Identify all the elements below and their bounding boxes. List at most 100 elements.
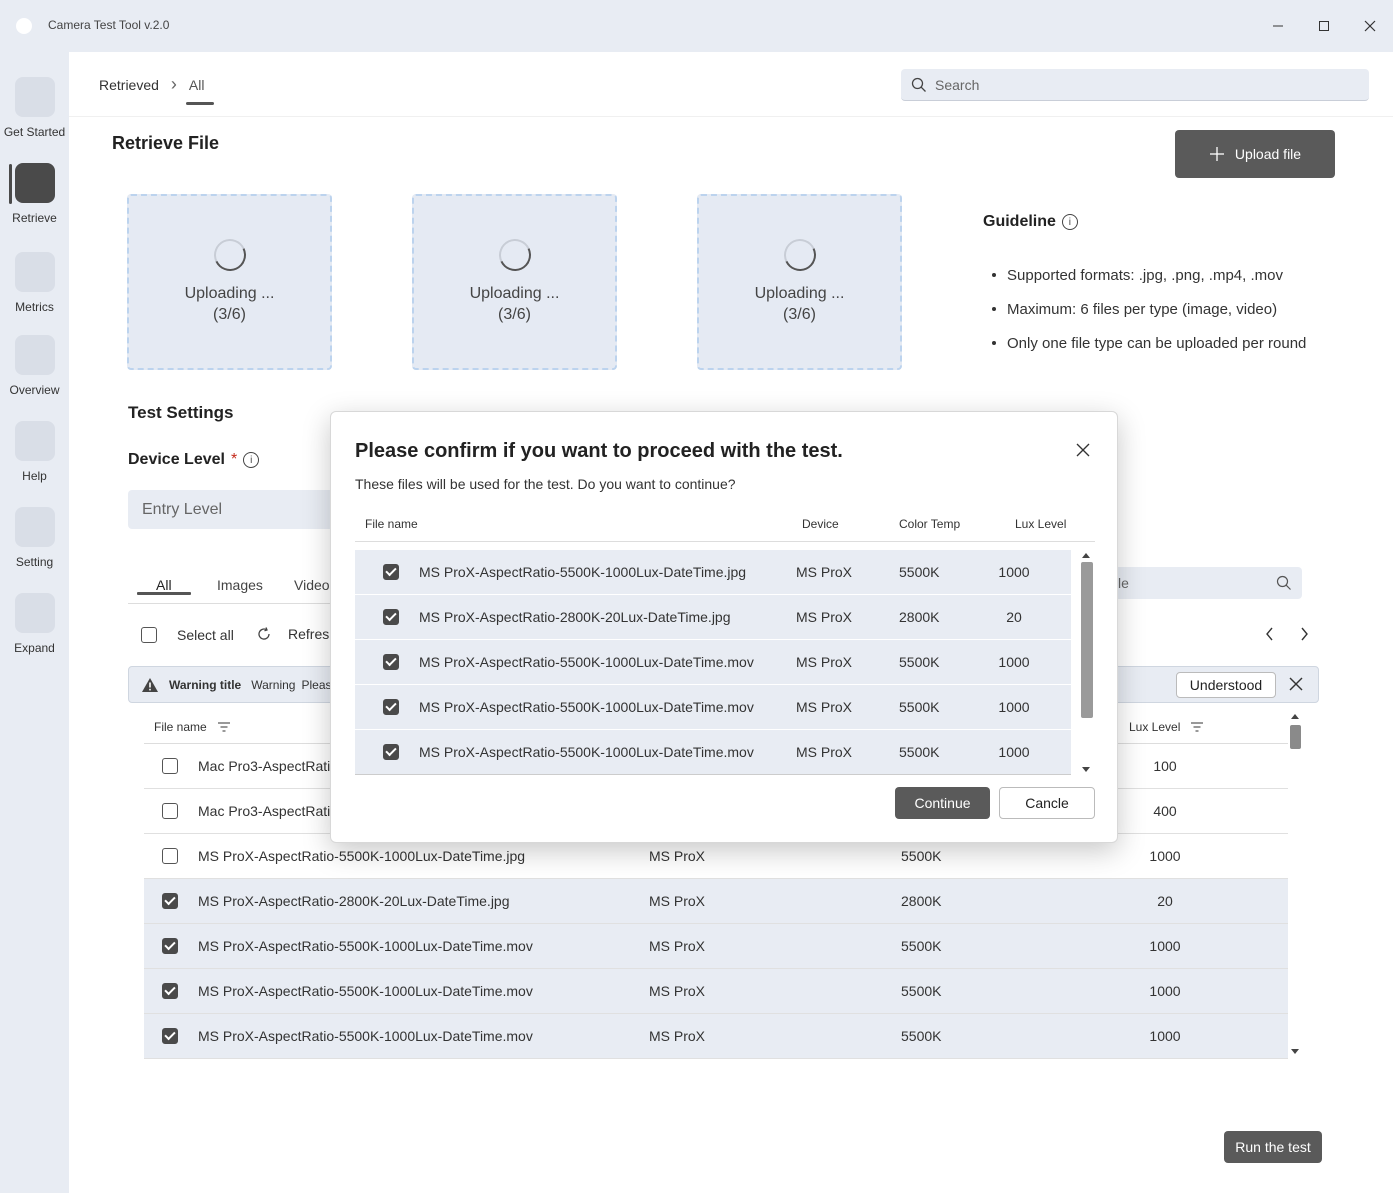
- row-checkbox[interactable]: [383, 744, 399, 760]
- filter-icon[interactable]: [217, 721, 231, 733]
- upload-status: Uploading ...: [184, 285, 275, 302]
- device-level-text: Device Level: [128, 451, 225, 468]
- cell-color-temp: 5500K: [899, 564, 940, 580]
- cell-lux: 1000: [1149, 938, 1181, 954]
- upload-file-button[interactable]: Upload file: [1175, 130, 1335, 178]
- filter-icon[interactable]: [1190, 721, 1204, 733]
- cell-file-name: Mac Pro3-AspectRatio: [198, 803, 339, 819]
- overview-icon: [14, 335, 55, 375]
- nav-setting[interactable]: Setting: [0, 507, 69, 569]
- get-started-icon: [14, 77, 55, 117]
- scroll-thumb[interactable]: [1081, 562, 1093, 718]
- row-checkbox[interactable]: [162, 1028, 178, 1044]
- dialog-row[interactable]: MS ProX-AspectRatio-5500K-1000Lux-DateTi…: [355, 730, 1071, 774]
- nav-metrics[interactable]: Metrics: [0, 252, 69, 314]
- filter-input[interactable]: le: [1100, 567, 1302, 599]
- upload-progress: (3/6): [213, 306, 246, 323]
- row-checkbox[interactable]: [383, 654, 399, 670]
- close-icon[interactable]: [1289, 677, 1303, 691]
- cell-file-name: MS ProX-AspectRatio-5500K-1000Lux-DateTi…: [419, 744, 754, 760]
- tab-all[interactable]: All: [156, 577, 172, 593]
- breadcrumb-parent[interactable]: Retrieved: [99, 77, 159, 93]
- row-checkbox[interactable]: [162, 983, 178, 999]
- scroll-down-icon[interactable]: [1291, 1049, 1299, 1054]
- upload-status: Uploading ...: [469, 285, 560, 302]
- row-checkbox[interactable]: [162, 938, 178, 954]
- refresh-button[interactable]: Refresh: [256, 626, 337, 642]
- chevron-right-icon[interactable]: [1296, 626, 1312, 642]
- cell-file-name: MS ProX-AspectRatio-5500K-1000Lux-DateTi…: [198, 848, 526, 864]
- dialog-row[interactable]: MS ProX-AspectRatio-5500K-1000Lux-DateTi…: [355, 640, 1071, 685]
- close-icon[interactable]: [1075, 442, 1091, 458]
- maximize-button[interactable]: [1312, 14, 1336, 38]
- table-row[interactable]: MS ProX-AspectRatio-5500K-1000Lux-DateTi…: [144, 1014, 1288, 1059]
- tab-images[interactable]: Images: [217, 577, 263, 593]
- minimize-button[interactable]: [1266, 14, 1290, 38]
- close-icon: [1364, 20, 1376, 32]
- cell-file-name: MS ProX-AspectRatio-5500K-1000Lux-DateTi…: [198, 938, 533, 954]
- select-all-checkbox[interactable]: [141, 627, 157, 643]
- row-checkbox[interactable]: [162, 893, 178, 909]
- table-scrollbar[interactable]: [1288, 711, 1303, 1057]
- cell-lux: 400: [1153, 803, 1177, 819]
- row-checkbox[interactable]: [162, 758, 178, 774]
- dialog-row[interactable]: MS ProX-AspectRatio-2800K-20Lux-DateTime…: [355, 595, 1071, 640]
- device-level-select[interactable]: Entry Level: [128, 490, 348, 529]
- cell-device: MS ProX: [796, 654, 853, 670]
- breadcrumb-current[interactable]: All: [185, 77, 214, 105]
- scroll-thumb[interactable]: [1290, 725, 1301, 749]
- table-row[interactable]: MS ProX-AspectRatio-2800K-20Lux-DateTime…: [144, 879, 1288, 924]
- column-header-lux[interactable]: Lux Level: [1129, 720, 1204, 734]
- tab-video[interactable]: Video: [294, 577, 330, 593]
- scroll-down-icon[interactable]: [1082, 767, 1090, 772]
- row-checkbox[interactable]: [162, 848, 178, 864]
- cell-device: MS ProX: [649, 983, 706, 999]
- nav-expand[interactable]: Expand: [0, 593, 69, 655]
- setting-icon: [14, 507, 55, 547]
- confirm-dialog: Please confirm if you want to proceed wi…: [330, 411, 1118, 843]
- close-window-button[interactable]: [1358, 14, 1382, 38]
- chevron-left-icon[interactable]: [1262, 626, 1278, 642]
- row-checkbox[interactable]: [383, 609, 399, 625]
- info-icon[interactable]: i: [1061, 214, 1078, 230]
- run-test-button[interactable]: Run the test: [1224, 1131, 1322, 1163]
- help-icon: [14, 421, 55, 461]
- cell-lux: 1000: [1149, 1028, 1181, 1044]
- nav-overview[interactable]: Overview: [0, 335, 69, 397]
- table-row[interactable]: MS ProX-AspectRatio-5500K-1000Lux-DateTi…: [144, 969, 1288, 1014]
- cancel-button[interactable]: Cancle: [999, 787, 1095, 819]
- column-label: Lux Level: [1129, 720, 1181, 734]
- dialog-scrollbar[interactable]: [1079, 550, 1095, 775]
- understood-button[interactable]: Understood: [1176, 672, 1276, 698]
- select-all[interactable]: Select all: [141, 627, 234, 643]
- table-row[interactable]: MS ProX-AspectRatio-5500K-1000Lux-DateTi…: [144, 924, 1288, 969]
- loading-spinner-icon: [778, 234, 821, 276]
- warning-message: Warning: [251, 677, 296, 692]
- cell-color-temp: 5500K: [901, 848, 942, 864]
- breadcrumb: Retrieved › All: [99, 74, 214, 105]
- plus-icon: [1209, 147, 1224, 161]
- row-checkbox[interactable]: [383, 699, 399, 715]
- continue-button[interactable]: Continue: [895, 787, 990, 819]
- app-icon: [16, 18, 32, 34]
- search-box[interactable]: [901, 69, 1369, 101]
- column-header-file[interactable]: File name: [154, 720, 231, 734]
- row-checkbox[interactable]: [162, 803, 178, 819]
- cell-lux: 1000: [998, 744, 1030, 760]
- cell-color-temp: 5500K: [899, 744, 940, 760]
- dialog-row[interactable]: MS ProX-AspectRatio-5500K-1000Lux-DateTi…: [355, 685, 1071, 730]
- guideline-item: Only one file type can be uploaded per r…: [992, 326, 1306, 360]
- search-input[interactable]: [935, 76, 1355, 93]
- filter-text: le: [1118, 575, 1129, 591]
- info-icon[interactable]: i: [243, 452, 260, 468]
- nav-get-started[interactable]: Get Started: [0, 77, 69, 139]
- cell-lux: 1000: [998, 654, 1030, 670]
- nav-retrieve[interactable]: Retrieve: [0, 163, 69, 225]
- scroll-up-icon[interactable]: [1291, 714, 1299, 719]
- cell-file-name: MS ProX-AspectRatio-2800K-20Lux-DateTime…: [419, 609, 731, 625]
- scroll-up-icon[interactable]: [1082, 553, 1090, 558]
- guideline-list: Supported formats: .jpg, .png, .mp4, .mo…: [992, 258, 1306, 360]
- dialog-row[interactable]: MS ProX-AspectRatio-5500K-1000Lux-DateTi…: [355, 550, 1071, 595]
- nav-help[interactable]: Help: [0, 421, 69, 483]
- row-checkbox[interactable]: [383, 564, 399, 580]
